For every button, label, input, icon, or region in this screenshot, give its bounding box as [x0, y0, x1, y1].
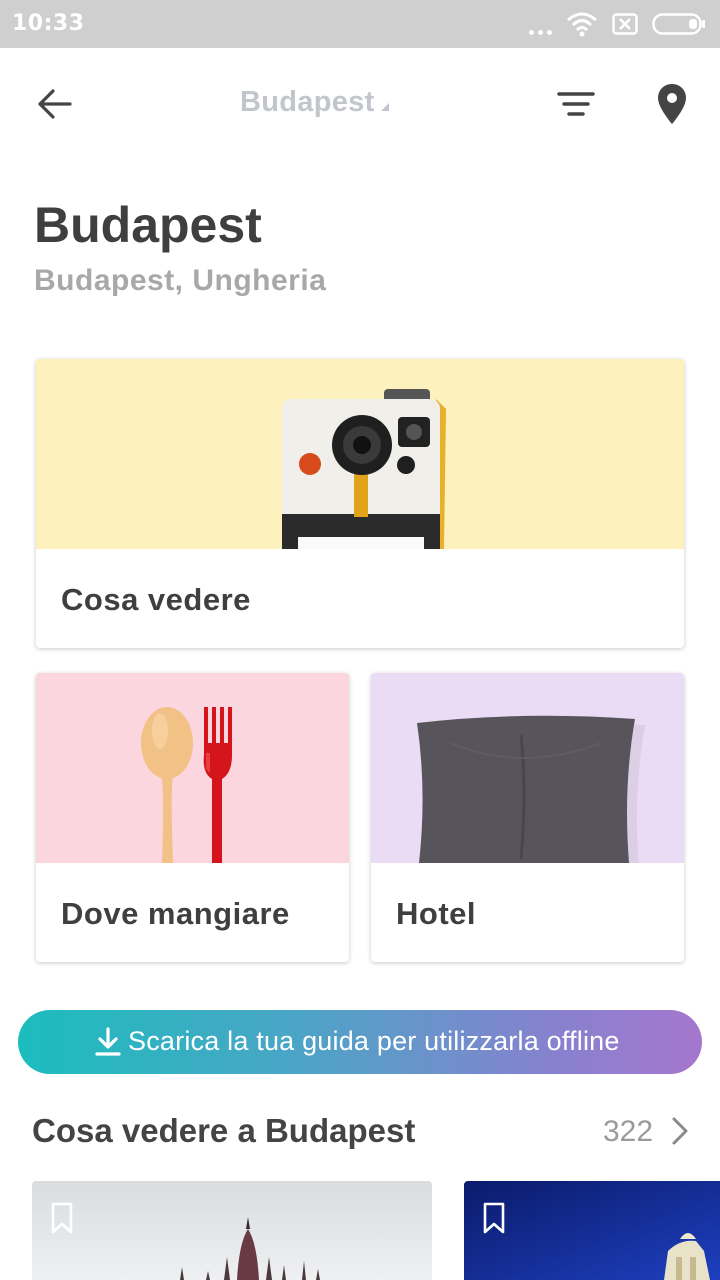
more-dots-icon — [529, 13, 552, 35]
category-label: Cosa vedere — [61, 582, 251, 617]
category-card-dove-mangiare[interactable]: Dove mangiare — [36, 673, 349, 962]
category-label: Hotel — [396, 896, 476, 931]
category-image-pillow — [371, 673, 684, 867]
download-offline-label: Scarica la tua guida per utilizzarla off… — [128, 1026, 620, 1056]
bookmark-icon[interactable] — [50, 1201, 74, 1235]
chevron-right-icon[interactable] — [668, 1114, 692, 1148]
place-card[interactable] — [464, 1181, 720, 1280]
dropdown-indicator-icon — [380, 103, 389, 111]
pillow-icon — [417, 715, 645, 867]
place-image-parliament-building — [32, 1181, 432, 1280]
app-bar: Budapest — [0, 48, 720, 160]
category-card-hotel[interactable]: Hotel — [371, 673, 684, 962]
app-bar-title-text: Budapest — [240, 86, 375, 118]
spoon-and-fork-icon — [141, 707, 232, 863]
location-pin-icon[interactable] — [646, 78, 698, 130]
page-subtitle: Budapest, Ungheria — [34, 264, 327, 297]
category-label: Dove mangiare — [61, 896, 290, 931]
no-sim-icon — [612, 13, 638, 35]
category-image-polaroid-camera — [36, 359, 684, 549]
category-card-cosa-vedere[interactable]: Cosa vedere — [36, 359, 684, 648]
back-arrow-icon[interactable] — [30, 78, 82, 130]
section-count[interactable]: 322 — [603, 1115, 653, 1149]
status-bar: 10:33 — [0, 0, 720, 48]
filter-icon[interactable] — [550, 80, 602, 128]
wifi-icon — [567, 12, 597, 37]
place-card[interactable] — [32, 1181, 432, 1280]
section-title: Cosa vedere a Budapest — [32, 1112, 416, 1149]
polaroid-camera-icon — [282, 389, 446, 549]
download-icon — [95, 1027, 121, 1056]
app-bar-title[interactable]: Budapest — [240, 86, 389, 119]
bookmark-icon[interactable] — [482, 1201, 506, 1235]
battery-icon — [652, 13, 705, 35]
page-title: Budapest — [34, 197, 262, 253]
download-offline-guide-button[interactable]: Scarica la tua guida per utilizzarla off… — [18, 1010, 702, 1074]
status-icons — [529, 10, 706, 38]
category-image-spoon-and-fork — [36, 673, 349, 863]
status-time: 10:33 — [12, 11, 85, 36]
